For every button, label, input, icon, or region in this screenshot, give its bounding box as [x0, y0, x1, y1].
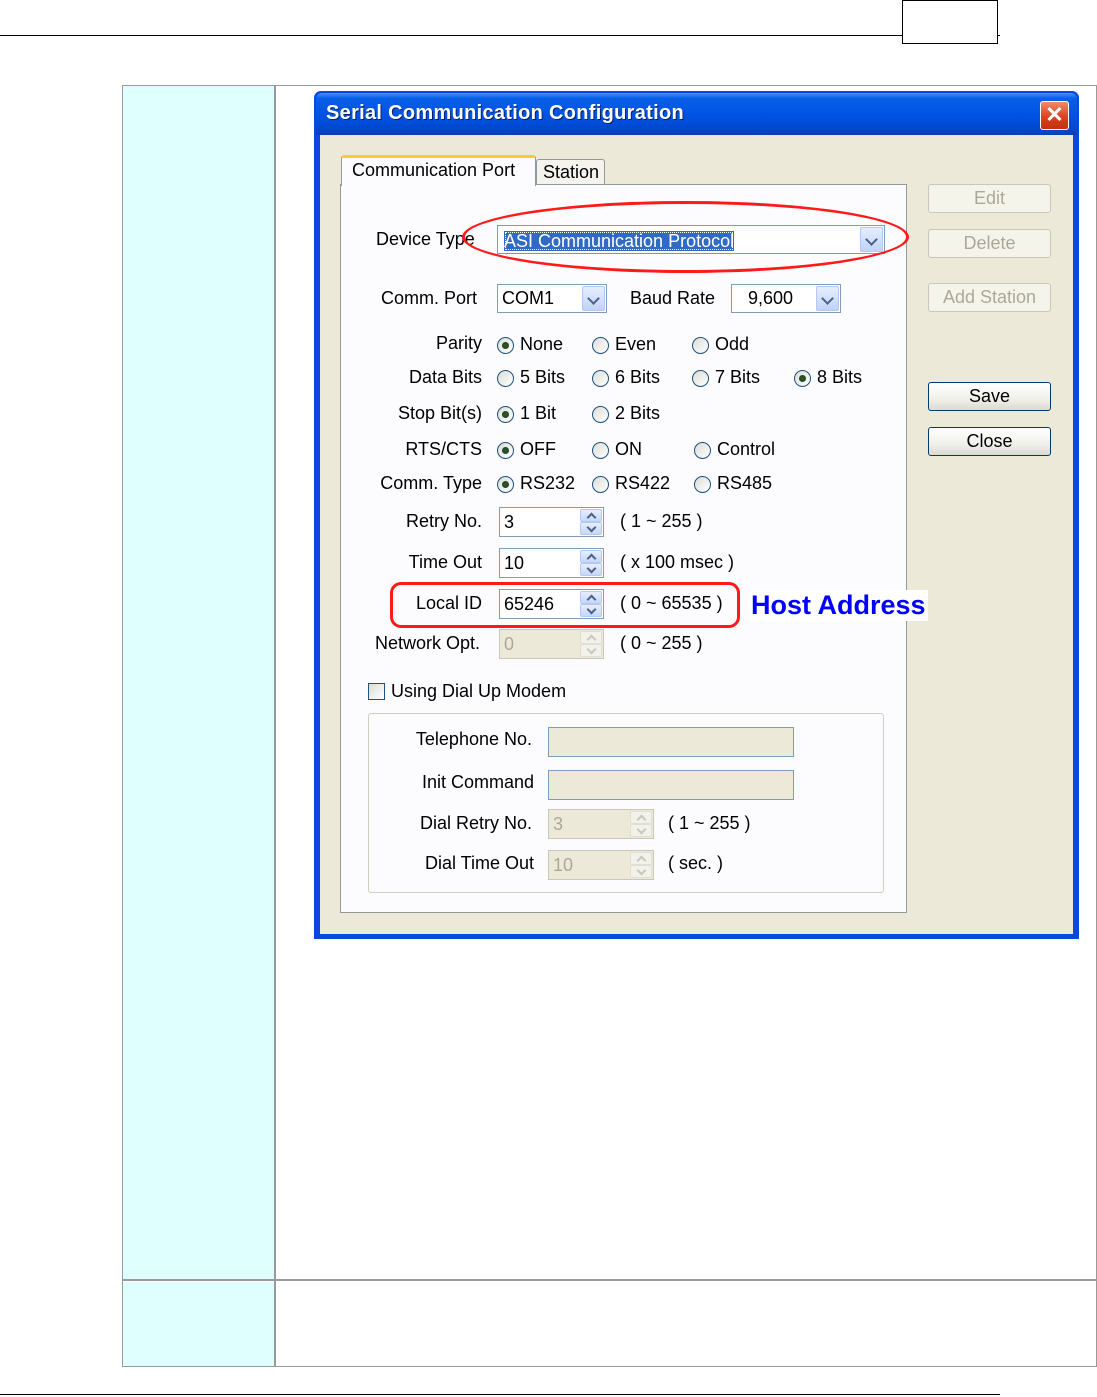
- radio-parity-even[interactable]: [592, 337, 609, 354]
- rts-cts-label: RTS/CTS: [405, 439, 482, 459]
- tab-station[interactable]: Station: [536, 159, 605, 184]
- baud-rate-dropdown[interactable]: 9,600: [731, 284, 841, 313]
- spin-down-icon[interactable]: [580, 522, 602, 535]
- network-opt-label: Network Opt.: [374, 633, 480, 653]
- spin-down-icon: [630, 865, 652, 878]
- local-id-highlight: [390, 582, 740, 628]
- parity-option-odd: Odd: [715, 334, 750, 354]
- baud-rate-label: Baud Rate: [630, 288, 716, 308]
- rts-option-off: OFF: [520, 439, 556, 459]
- page-number-box: [902, 0, 998, 44]
- spin-down-icon: [580, 644, 602, 657]
- table-row-divider-left: [123, 1279, 274, 1281]
- network-opt-stepper: 0: [499, 629, 604, 659]
- dial-timeout-range: ( sec. ): [668, 853, 724, 873]
- data-bits-option-5: 5 Bits: [520, 367, 566, 387]
- radio-rts-on[interactable]: [592, 442, 609, 459]
- init-command-label: Init Command: [421, 772, 534, 792]
- tab-communication-port[interactable]: Communication Port: [341, 155, 536, 186]
- spin-up-icon[interactable]: [580, 509, 602, 522]
- add-station-button: Add Station: [928, 283, 1051, 312]
- spin-down-icon[interactable]: [580, 563, 602, 576]
- comm-type-label: Comm. Type: [380, 473, 482, 493]
- dial-up-checkbox[interactable]: [368, 683, 385, 700]
- time-out-label: Time Out: [408, 552, 482, 572]
- host-address-annotation: Host Address: [749, 590, 928, 621]
- comm-port-label: Comm. Port: [381, 288, 478, 308]
- radio-stop-2bits[interactable]: [592, 406, 609, 423]
- data-bits-option-8: 8 Bits: [817, 367, 863, 387]
- table-row-divider: [276, 1279, 1096, 1281]
- telephone-label: Telephone No.: [415, 729, 532, 749]
- data-bits-option-6: 6 Bits: [615, 367, 661, 387]
- retry-no-label: Retry No.: [405, 511, 482, 531]
- stop-bits-option-2: 2 Bits: [615, 403, 661, 423]
- telephone-field: [548, 727, 794, 757]
- dial-up-checkbox-label[interactable]: Using Dial Up Modem: [391, 681, 566, 702]
- dial-timeout-label: Dial Time Out: [424, 853, 534, 873]
- data-bits-label: Data Bits: [408, 367, 482, 387]
- dialog-title: Serial Communication Configuration: [326, 102, 684, 124]
- comm-type-option-rs422: RS422: [615, 473, 671, 493]
- time-out-range: ( x 100 msec ): [620, 552, 735, 572]
- dial-timeout-stepper: 10: [548, 850, 654, 880]
- radio-rts-off[interactable]: [497, 442, 514, 459]
- radio-comm-rs422[interactable]: [592, 476, 609, 493]
- header-rule: [0, 35, 1000, 36]
- delete-button: Delete: [928, 229, 1051, 258]
- save-button[interactable]: Save: [928, 382, 1051, 411]
- footer-rule: [0, 1394, 1000, 1395]
- parity-option-none: None: [520, 334, 564, 354]
- device-type-highlight: [462, 201, 909, 273]
- radio-stop-1bit[interactable]: [497, 406, 514, 423]
- radio-parity-none[interactable]: [497, 337, 514, 354]
- time-out-stepper[interactable]: 10: [499, 548, 604, 578]
- rts-option-on: ON: [615, 439, 642, 459]
- chevron-down-icon[interactable]: [582, 286, 605, 311]
- edit-button: Edit: [928, 184, 1051, 213]
- parity-label: Parity: [435, 333, 482, 353]
- radio-data-6bits[interactable]: [592, 370, 609, 387]
- table-label-cell-top: [123, 86, 274, 1279]
- dial-retry-range: ( 1 ~ 255 ): [668, 813, 751, 833]
- radio-data-5bits[interactable]: [497, 370, 514, 387]
- chevron-down-icon[interactable]: [816, 286, 839, 311]
- spin-up-icon: [630, 852, 652, 865]
- radio-parity-odd[interactable]: [692, 337, 709, 354]
- rts-option-control: Control: [717, 439, 776, 459]
- comm-type-option-rs232: RS232: [520, 473, 576, 493]
- comm-type-option-rs485: RS485: [717, 473, 773, 493]
- data-bits-option-7: 7 Bits: [715, 367, 761, 387]
- device-type-label: Device Type: [376, 229, 475, 249]
- close-icon[interactable]: ✕: [1040, 101, 1069, 130]
- network-opt-range: ( 0 ~ 255 ): [620, 633, 703, 653]
- retry-no-stepper[interactable]: 3: [499, 507, 604, 537]
- table-label-cell-bottom: [123, 1282, 274, 1366]
- radio-data-8bits[interactable]: [794, 370, 811, 387]
- spin-up-icon[interactable]: [580, 550, 602, 563]
- retry-no-range: ( 1 ~ 255 ): [620, 511, 703, 531]
- parity-option-even: Even: [615, 334, 657, 354]
- radio-rts-control[interactable]: [694, 442, 711, 459]
- dial-retry-label: Dial Retry No.: [419, 813, 532, 833]
- radio-comm-rs485[interactable]: [694, 476, 711, 493]
- radio-data-7bits[interactable]: [692, 370, 709, 387]
- spin-down-icon: [630, 824, 652, 837]
- spin-up-icon: [630, 811, 652, 824]
- radio-comm-rs232[interactable]: [497, 476, 514, 493]
- init-command-field: [548, 770, 794, 800]
- table-column-divider: [274, 86, 276, 1366]
- spin-up-icon: [580, 631, 602, 644]
- close-button[interactable]: Close: [928, 427, 1051, 456]
- stop-bits-label: Stop Bit(s): [397, 403, 482, 423]
- stop-bits-option-1: 1 Bit: [520, 403, 557, 423]
- comm-port-dropdown[interactable]: COM1: [497, 284, 607, 313]
- dial-retry-stepper: 3: [548, 809, 654, 839]
